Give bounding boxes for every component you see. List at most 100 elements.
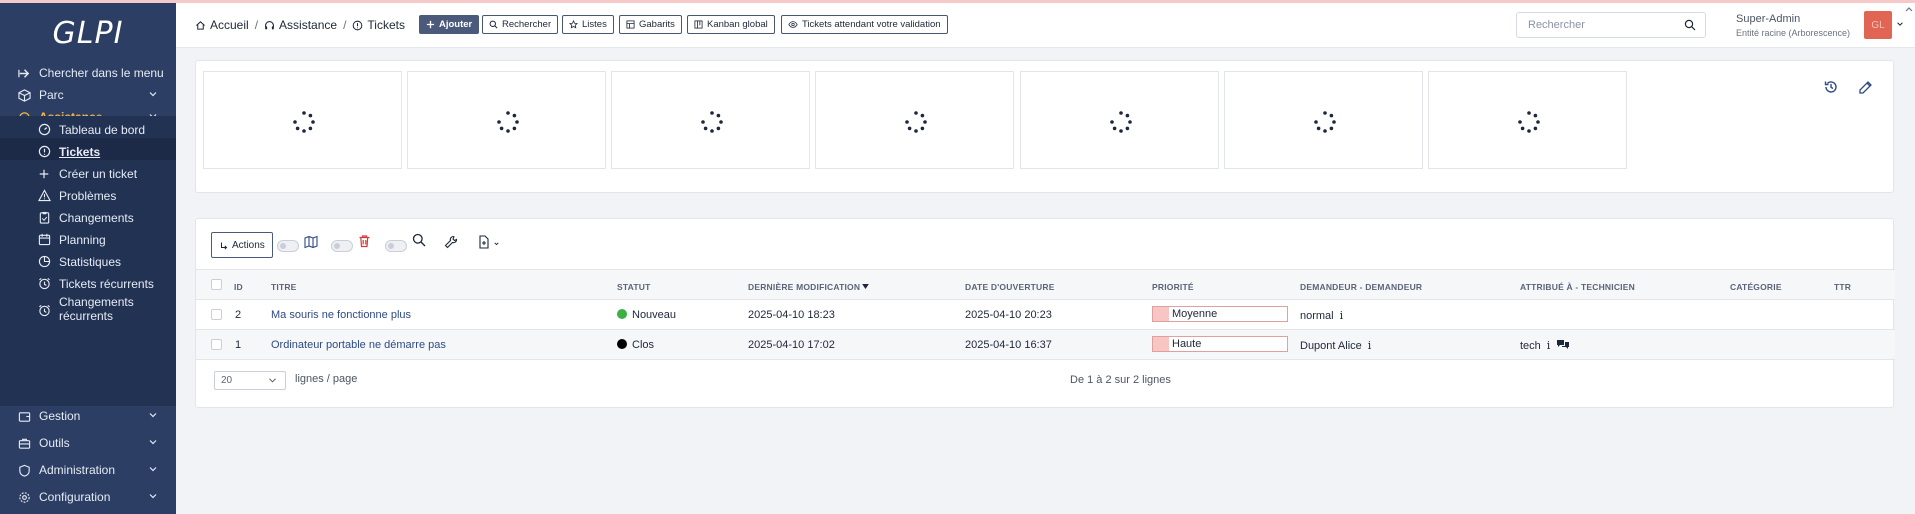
avatar[interactable]: GL [1864, 11, 1892, 39]
pagination-bar: 20 lignes / page De 1 à 2 sur 2 lignes [196, 361, 1895, 407]
edit-icon[interactable] [1858, 79, 1874, 95]
scroll-up-icon[interactable] [1905, 6, 1913, 12]
wrench-icon[interactable] [444, 235, 458, 249]
map-toggle[interactable] [277, 240, 299, 252]
ticket-requester: Dupont Alice i [1300, 339, 1371, 352]
breadcrumb-assistance[interactable]: Assistance [264, 18, 337, 32]
sidebar-item-label-line1: Changements [59, 295, 134, 309]
column-header-last-modified-label: DERNIÈRE MODIFICATION [748, 282, 861, 292]
dashboard-widget [407, 71, 606, 169]
templates-button[interactable]: Gabarits [619, 15, 682, 34]
global-search[interactable] [1516, 12, 1706, 38]
corner-arrow-icon [221, 242, 228, 250]
info-icon[interactable]: i [1547, 339, 1551, 352]
breadcrumb-tickets[interactable]: Tickets [352, 18, 405, 32]
gauge-icon [37, 123, 51, 137]
status-new-icon [617, 309, 627, 319]
user-name[interactable]: Super-Admin [1736, 13, 1800, 25]
sidebar-item-search-menu[interactable]: Chercher dans le menu [0, 61, 176, 85]
sidebar-item-label: Créer un ticket [59, 166, 138, 181]
avatar-initials: GL [1871, 19, 1885, 31]
breadcrumb-home[interactable]: Accueil [195, 18, 249, 32]
actions-button[interactable]: Actions [211, 232, 273, 258]
sidebar-item-recurrent-changes[interactable]: Changements récurrents [0, 292, 176, 328]
export-file-icon[interactable] [478, 235, 490, 249]
row-checkbox[interactable] [211, 339, 222, 350]
validation-button[interactable]: Tickets attendant votre validation [781, 15, 948, 34]
column-header-technician[interactable]: ATTRIBUÉ À - TECHNICIEN [1520, 282, 1635, 292]
search-button[interactable]: Rechercher [482, 15, 559, 34]
chevron-down-icon [149, 494, 157, 499]
ticket-status: Clos [617, 339, 654, 351]
info-icon[interactable]: i [1340, 309, 1344, 322]
sidebar-item-label: Tableau de bord [59, 122, 146, 137]
tickets-table: Actions ID TITRE STATUT DERNIÈRE MODIFIC… [195, 218, 1895, 408]
trash-toggle[interactable] [331, 240, 353, 252]
mini-dashboard [195, 60, 1894, 193]
loading-spinner-icon [701, 111, 723, 133]
column-header-open-date[interactable]: DATE D'OUVERTURE [965, 282, 1055, 292]
user-entity[interactable]: Entité racine (Arborescence) [1736, 28, 1850, 38]
ticket-priority-label: Haute [1172, 338, 1202, 350]
alarm-icon [37, 303, 51, 317]
plus-icon [426, 20, 435, 29]
priority-swatch [1153, 307, 1169, 321]
ticket-last-modified: 2025-04-10 17:02 [748, 339, 835, 351]
map-icon[interactable] [304, 235, 318, 249]
breadcrumb-section-label: Assistance [279, 18, 338, 32]
chevron-down-icon [149, 440, 157, 445]
glpi-logo[interactable]: GLPI [0, 3, 176, 63]
sidebar-item-administration[interactable]: Administration [0, 458, 176, 482]
column-header-title[interactable]: TITRE [271, 282, 297, 292]
kanban-button[interactable]: Kanban global [687, 15, 775, 34]
history-icon[interactable] [1823, 79, 1839, 95]
sidebar-item-configuration[interactable]: Configuration [0, 485, 176, 509]
search-icon[interactable] [1684, 19, 1696, 31]
search-icon[interactable] [412, 233, 426, 247]
sidebar-item-gestion[interactable]: Gestion [0, 404, 176, 428]
ticket-title-link[interactable]: Ma souris ne fonctionne plus [271, 309, 411, 321]
column-header-last-modified[interactable]: DERNIÈRE MODIFICATION [748, 282, 870, 292]
plus-icon [37, 167, 51, 181]
status-closed-icon [617, 339, 627, 349]
column-header-category[interactable]: CATÉGORIE [1730, 282, 1782, 292]
page-size-select[interactable]: 20 [214, 371, 286, 390]
kanban-icon [694, 20, 703, 29]
ticket-last-modified: 2025-04-10 18:23 [748, 309, 835, 321]
search-button-label: Rechercher [502, 19, 552, 30]
sidebar-item-outils[interactable]: Outils [0, 431, 176, 455]
ticket-id: 1 [235, 339, 242, 351]
dashboard-widget [203, 71, 402, 169]
sidebar-item-label: Tickets récurrents [59, 276, 154, 291]
sidebar-item-parc[interactable]: Parc [0, 83, 176, 107]
lists-button[interactable]: Listes [562, 15, 614, 34]
layout-icon [626, 20, 635, 29]
chevron-down-icon [149, 467, 157, 472]
chevron-down-icon[interactable] [1896, 20, 1904, 28]
sidebar-item-label: Administration [39, 463, 116, 477]
chevron-down-icon[interactable] [493, 241, 500, 247]
global-search-input[interactable] [1528, 19, 1678, 31]
column-header-id[interactable]: ID [234, 282, 243, 292]
row-checkbox[interactable] [211, 309, 222, 320]
add-button[interactable]: Ajouter [419, 15, 480, 34]
loading-spinner-icon [293, 111, 315, 133]
headset-icon [265, 20, 274, 29]
table-header: ID TITRE STATUT DERNIÈRE MODIFICATION DA… [196, 269, 1895, 300]
info-icon[interactable]: i [1368, 339, 1372, 352]
column-header-priority[interactable]: PRIORITÉ [1152, 282, 1194, 292]
ticket-requester: normal i [1300, 309, 1343, 322]
logo-text: GLPI [52, 15, 124, 51]
sort-desc-icon [862, 284, 870, 289]
select-all-checkbox[interactable] [211, 279, 222, 290]
ticket-title-link[interactable]: Ordinateur portable ne démarre pas [271, 339, 446, 351]
search-criteria-toggle[interactable] [385, 240, 407, 252]
trash-icon[interactable] [358, 234, 371, 248]
column-header-status[interactable]: STATUT [617, 282, 650, 292]
column-header-ttr[interactable]: TTR [1834, 282, 1851, 292]
chat-bubbles-icon[interactable] [1556, 339, 1570, 350]
column-header-requester[interactable]: DEMANDEUR - DEMANDEUR [1300, 282, 1422, 292]
validation-button-label: Tickets attendant votre validation [802, 19, 941, 30]
templates-button-label: Gabarits [639, 19, 675, 30]
wallet-icon [17, 409, 31, 423]
